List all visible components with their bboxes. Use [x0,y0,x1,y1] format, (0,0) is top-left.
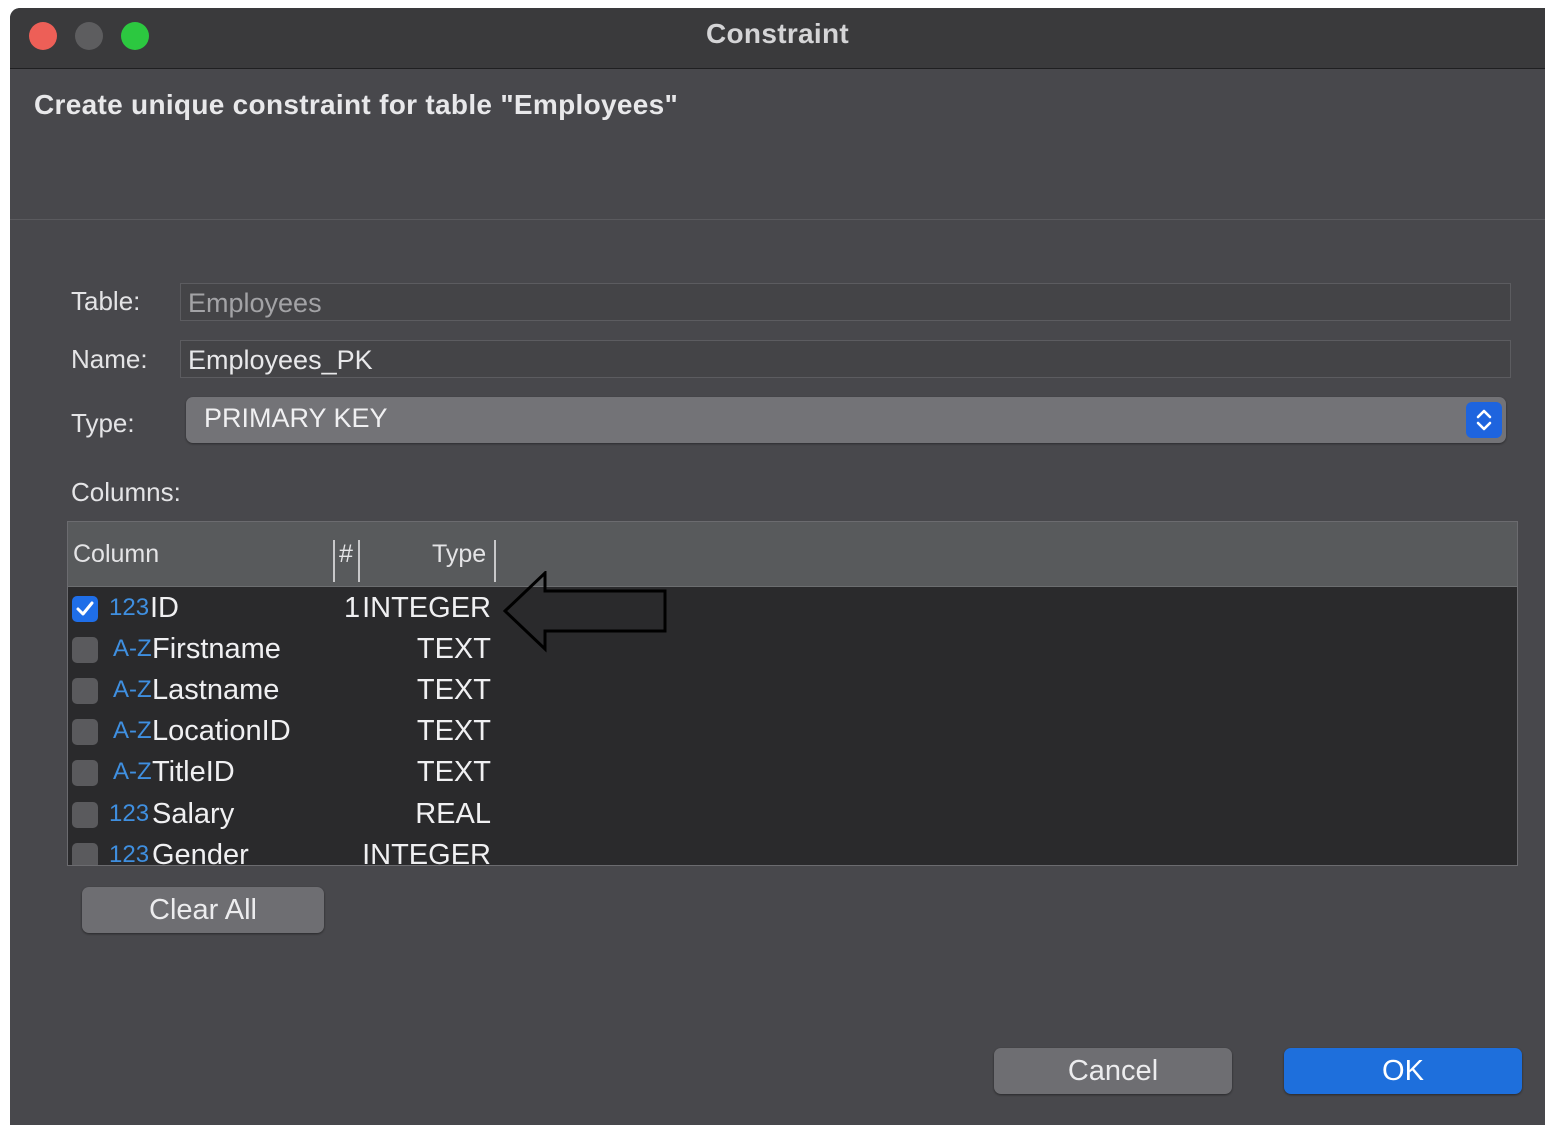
column-checkbox[interactable] [72,678,98,704]
column-name: LocationID [152,715,291,747]
column-type: TEXT [416,674,491,706]
numeric-type-icon: 123 [109,800,150,827]
column-type: INTEGER [362,592,491,624]
column-header-num[interactable]: # [339,540,353,569]
column-name: ID [150,592,179,624]
type-select-value: PRIMARY KEY [204,403,388,433]
table-field: Employees [180,283,1511,321]
dialog-header: Create unique constraint for table "Empl… [10,69,1545,220]
clear-all-button[interactable]: Clear All [82,887,324,933]
table-row[interactable]: A-Z Lastname TEXT [68,674,1517,715]
column-name: Salary [152,798,235,830]
column-name: Firstname [152,633,281,665]
table-row[interactable]: A-Z TitleID TEXT [68,756,1517,797]
column-divider[interactable] [494,540,496,582]
columns-label: Columns: [71,477,181,507]
numeric-type-icon: 123 [109,841,150,866]
column-name: Lastname [152,674,280,706]
cancel-button[interactable]: Cancel [994,1048,1232,1094]
text-type-icon: A-Z [113,635,152,662]
text-type-icon: A-Z [113,758,152,785]
column-type: TEXT [416,756,491,788]
text-type-icon: A-Z [113,676,152,703]
columns-table-header: Column # Type [68,522,1517,587]
column-type: REAL [415,798,491,830]
table-row[interactable]: 123 Salary REAL [68,798,1517,839]
table-row[interactable]: A-Z LocationID TEXT [68,715,1517,756]
table-row[interactable]: A-Z Firstname TEXT [68,633,1517,674]
table-label: Table: [71,286,141,316]
column-type: TEXT [416,633,491,665]
dialog-header-text: Create unique constraint for table "Empl… [34,89,679,120]
column-divider[interactable] [333,540,335,582]
column-checkbox[interactable] [72,760,98,786]
title-bar: Constraint [10,8,1545,69]
column-type: INTEGER [362,839,491,866]
column-name: Gender [152,839,249,866]
column-checkbox[interactable] [72,843,98,865]
table-row[interactable]: 123 Gender INTEGER [68,839,1517,866]
column-name: TitleID [152,756,235,788]
column-checkbox[interactable] [72,802,98,828]
type-select[interactable]: PRIMARY KEY [186,397,1506,443]
type-label: Type: [71,408,135,438]
column-header-column[interactable]: Column [73,540,159,569]
text-type-icon: A-Z [113,717,152,744]
name-label: Name: [71,344,148,374]
name-field[interactable]: Employees_PK [180,340,1511,378]
numeric-type-icon: 123 [109,594,150,621]
column-checkbox[interactable] [72,596,98,622]
ok-button[interactable]: OK [1284,1048,1522,1094]
column-position: 1 [344,592,361,624]
window-title: Constraint [706,18,849,49]
column-divider[interactable] [358,540,360,582]
left-arrow-annotation-icon [503,571,667,653]
checkmark-icon [76,601,94,616]
column-type: TEXT [416,715,491,747]
column-header-type[interactable]: Type [432,540,486,569]
column-checkbox[interactable] [72,637,98,663]
columns-table: Column # Type 123 ID 1 INTEGER A-Z First… [67,521,1518,866]
constraint-dialog: Constraint Create unique constraint for … [10,8,1545,1125]
up-down-chevron-icon [1466,402,1502,438]
column-checkbox[interactable] [72,719,98,745]
table-row[interactable]: 123 ID 1 INTEGER [68,592,1517,633]
